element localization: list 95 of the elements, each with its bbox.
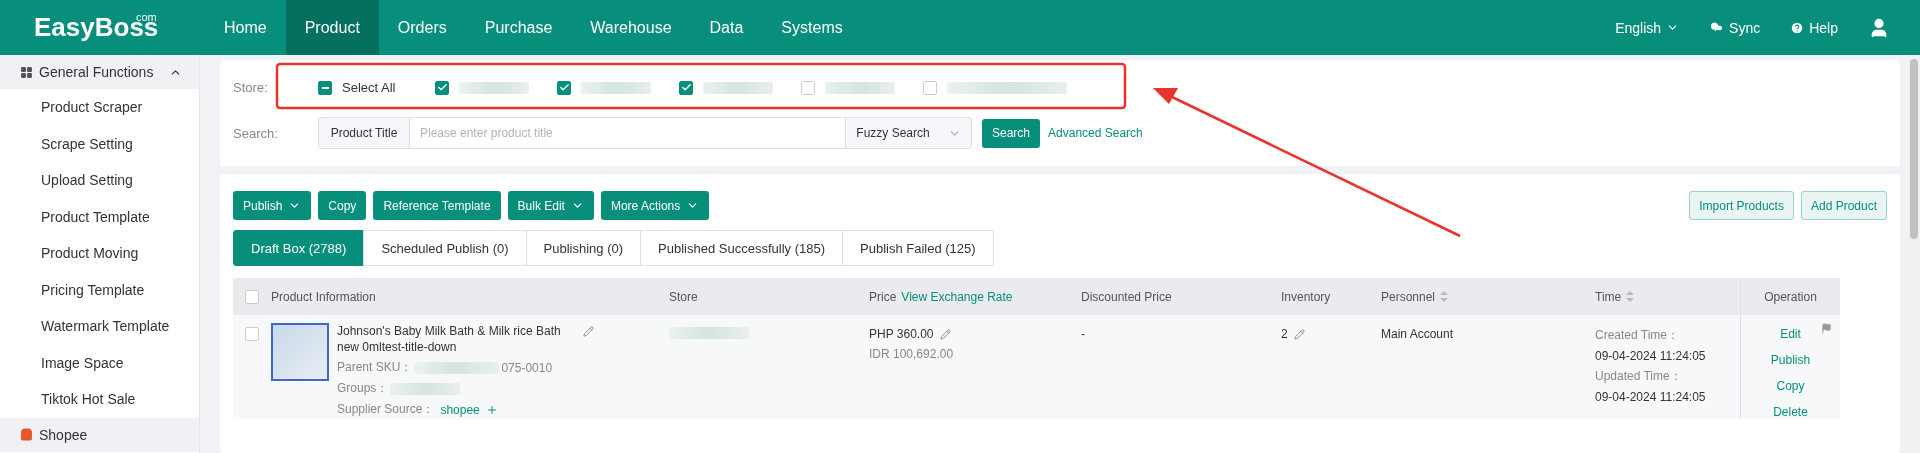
product-title: Johnson's Baby Milk Bath & Milk rice Bath new 0mltest-title-down [337,323,562,355]
operation-link[interactable]: Publish [1770,353,1811,367]
sidebar-group[interactable]: General Functions [0,55,199,89]
edit-icon[interactable] [1293,328,1305,340]
updated-time: 09-04-2024 11:24:05 [1595,390,1707,404]
sidebar-item[interactable]: Watermark Template [0,308,199,345]
operation-link[interactable]: Copy [1776,379,1805,393]
operation-link[interactable]: Delete [1773,405,1808,419]
nav-item[interactable]: Data [690,0,763,55]
sort-icon[interactable] [1440,291,1449,302]
grid-icon [20,65,33,79]
search-button[interactable]: Search [982,118,1041,148]
personnel: Main Account [1381,327,1455,341]
toolbar-button[interactable]: Bulk Edit [507,191,594,220]
status-tab[interactable]: Scheduled Publish (0) [363,230,527,266]
inventory: 2 [1281,327,1288,341]
store-checkbox[interactable] [801,80,816,95]
parent-sku-value: 075-0010 [501,360,553,375]
blurred-store-name [459,81,530,94]
sidebar-group[interactable]: Shopee [0,417,199,452]
blurred-store-name [825,81,896,94]
status-tab[interactable]: Published Successfully (185) [640,230,843,266]
created-time: 09-04-2024 11:24:05 [1595,349,1707,363]
sidebar-item[interactable]: Product Moving [0,235,199,272]
status-tab[interactable]: Draft Box (2788) [233,230,365,266]
nav-item[interactable]: Warehouse [571,0,691,55]
store-label: Store: [233,80,269,95]
cloud-icon [1709,20,1725,35]
column-header: Time [1595,289,1622,304]
column-header: Operation [1764,289,1817,304]
flag-icon[interactable] [1821,323,1832,334]
store-checkbox[interactable] [679,80,694,95]
status-tab[interactable]: Publish Failed (125) [842,230,994,266]
scrollbar-thumb[interactable] [1910,59,1918,239]
status-tab[interactable]: Publishing (0) [525,230,642,266]
search-label: Search: [233,125,279,141]
nav-item[interactable]: Purchase [465,0,572,55]
toolbar-button[interactable]: More Actions [600,191,710,220]
sync-button[interactable]: Sync [1709,0,1761,55]
help-icon [1790,20,1805,35]
nav-item[interactable]: Systems [762,0,862,55]
search-field[interactable]: Please enter product title [410,117,845,149]
sidebar-item[interactable]: Product Scraper [0,89,199,126]
operation-link[interactable]: Edit [1780,327,1801,341]
select-all-label: Select All [342,80,396,95]
nav-item[interactable]: Orders [378,0,466,55]
help-button[interactable]: Help [1790,0,1838,55]
created-time-label: Created Time： [1595,327,1681,344]
store-checkbox[interactable] [923,80,938,95]
store-checkbox[interactable] [435,80,450,95]
column-header: Price [869,289,897,304]
column-header: Store [669,289,698,304]
exchange-rate-link[interactable]: View Exchange Rate [901,289,1013,304]
sidebar-item[interactable]: Image Space [0,344,199,381]
column-header: Inventory [1281,289,1331,304]
supplier-source-label: Supplier Source： [337,401,435,418]
header-button[interactable]: Add Product [1800,191,1887,220]
search-mode-select[interactable]: Fuzzy Search [845,117,972,149]
edit-icon[interactable] [939,328,951,340]
parent-sku-label: Parent SKU： [337,359,413,376]
toolbar-button[interactable]: Copy [318,191,367,220]
photo-placeholder [271,323,329,381]
sidebar-item[interactable]: Pricing Template [0,271,199,308]
store-checkbox[interactable] [557,80,572,95]
sidebar-item[interactable]: Scrape Setting [0,125,199,162]
toolbar-button[interactable]: Reference Template [373,191,501,220]
discounted-price: - [1081,327,1086,341]
header-button[interactable]: Import Products [1689,191,1794,220]
row-checkbox[interactable] [245,327,259,341]
column-header: Personnel [1381,289,1436,304]
nav-item[interactable]: Home [205,0,286,55]
sidebar-item[interactable]: Product Template [0,198,199,235]
blurred-group [390,382,461,395]
language-dropdown[interactable]: English [1615,0,1680,55]
toolbar-button[interactable]: Publish [233,191,312,220]
updated-time-label: Updated Time： [1595,368,1683,385]
search-type-select[interactable]: Product Title [318,117,410,149]
add-icon[interactable] [485,403,498,416]
nav-item[interactable]: Product [285,0,379,55]
price: PHP 360.00 [869,327,934,341]
select-all-checkbox[interactable] [318,80,332,95]
converted-price: IDR 100,692.00 [869,347,955,361]
sort-icon[interactable] [1626,291,1635,302]
column-header: Product Information [271,289,376,304]
advanced-search-link[interactable]: Advanced Search [1048,126,1143,140]
edit-icon[interactable] [583,326,594,337]
supplier-link[interactable]: shopee [440,402,480,417]
groups-label: Groups： [337,380,389,397]
sidebar-item[interactable]: Tiktok Hot Sale [0,381,199,418]
shopping-bag-icon [20,428,33,441]
column-header: Discounted Price [1081,289,1172,304]
sidebar-item[interactable]: Upload Setting [0,162,199,199]
select-all-rows-checkbox[interactable] [245,289,259,304]
blurred-store-name [581,81,652,94]
blurred-store-name [703,81,774,94]
